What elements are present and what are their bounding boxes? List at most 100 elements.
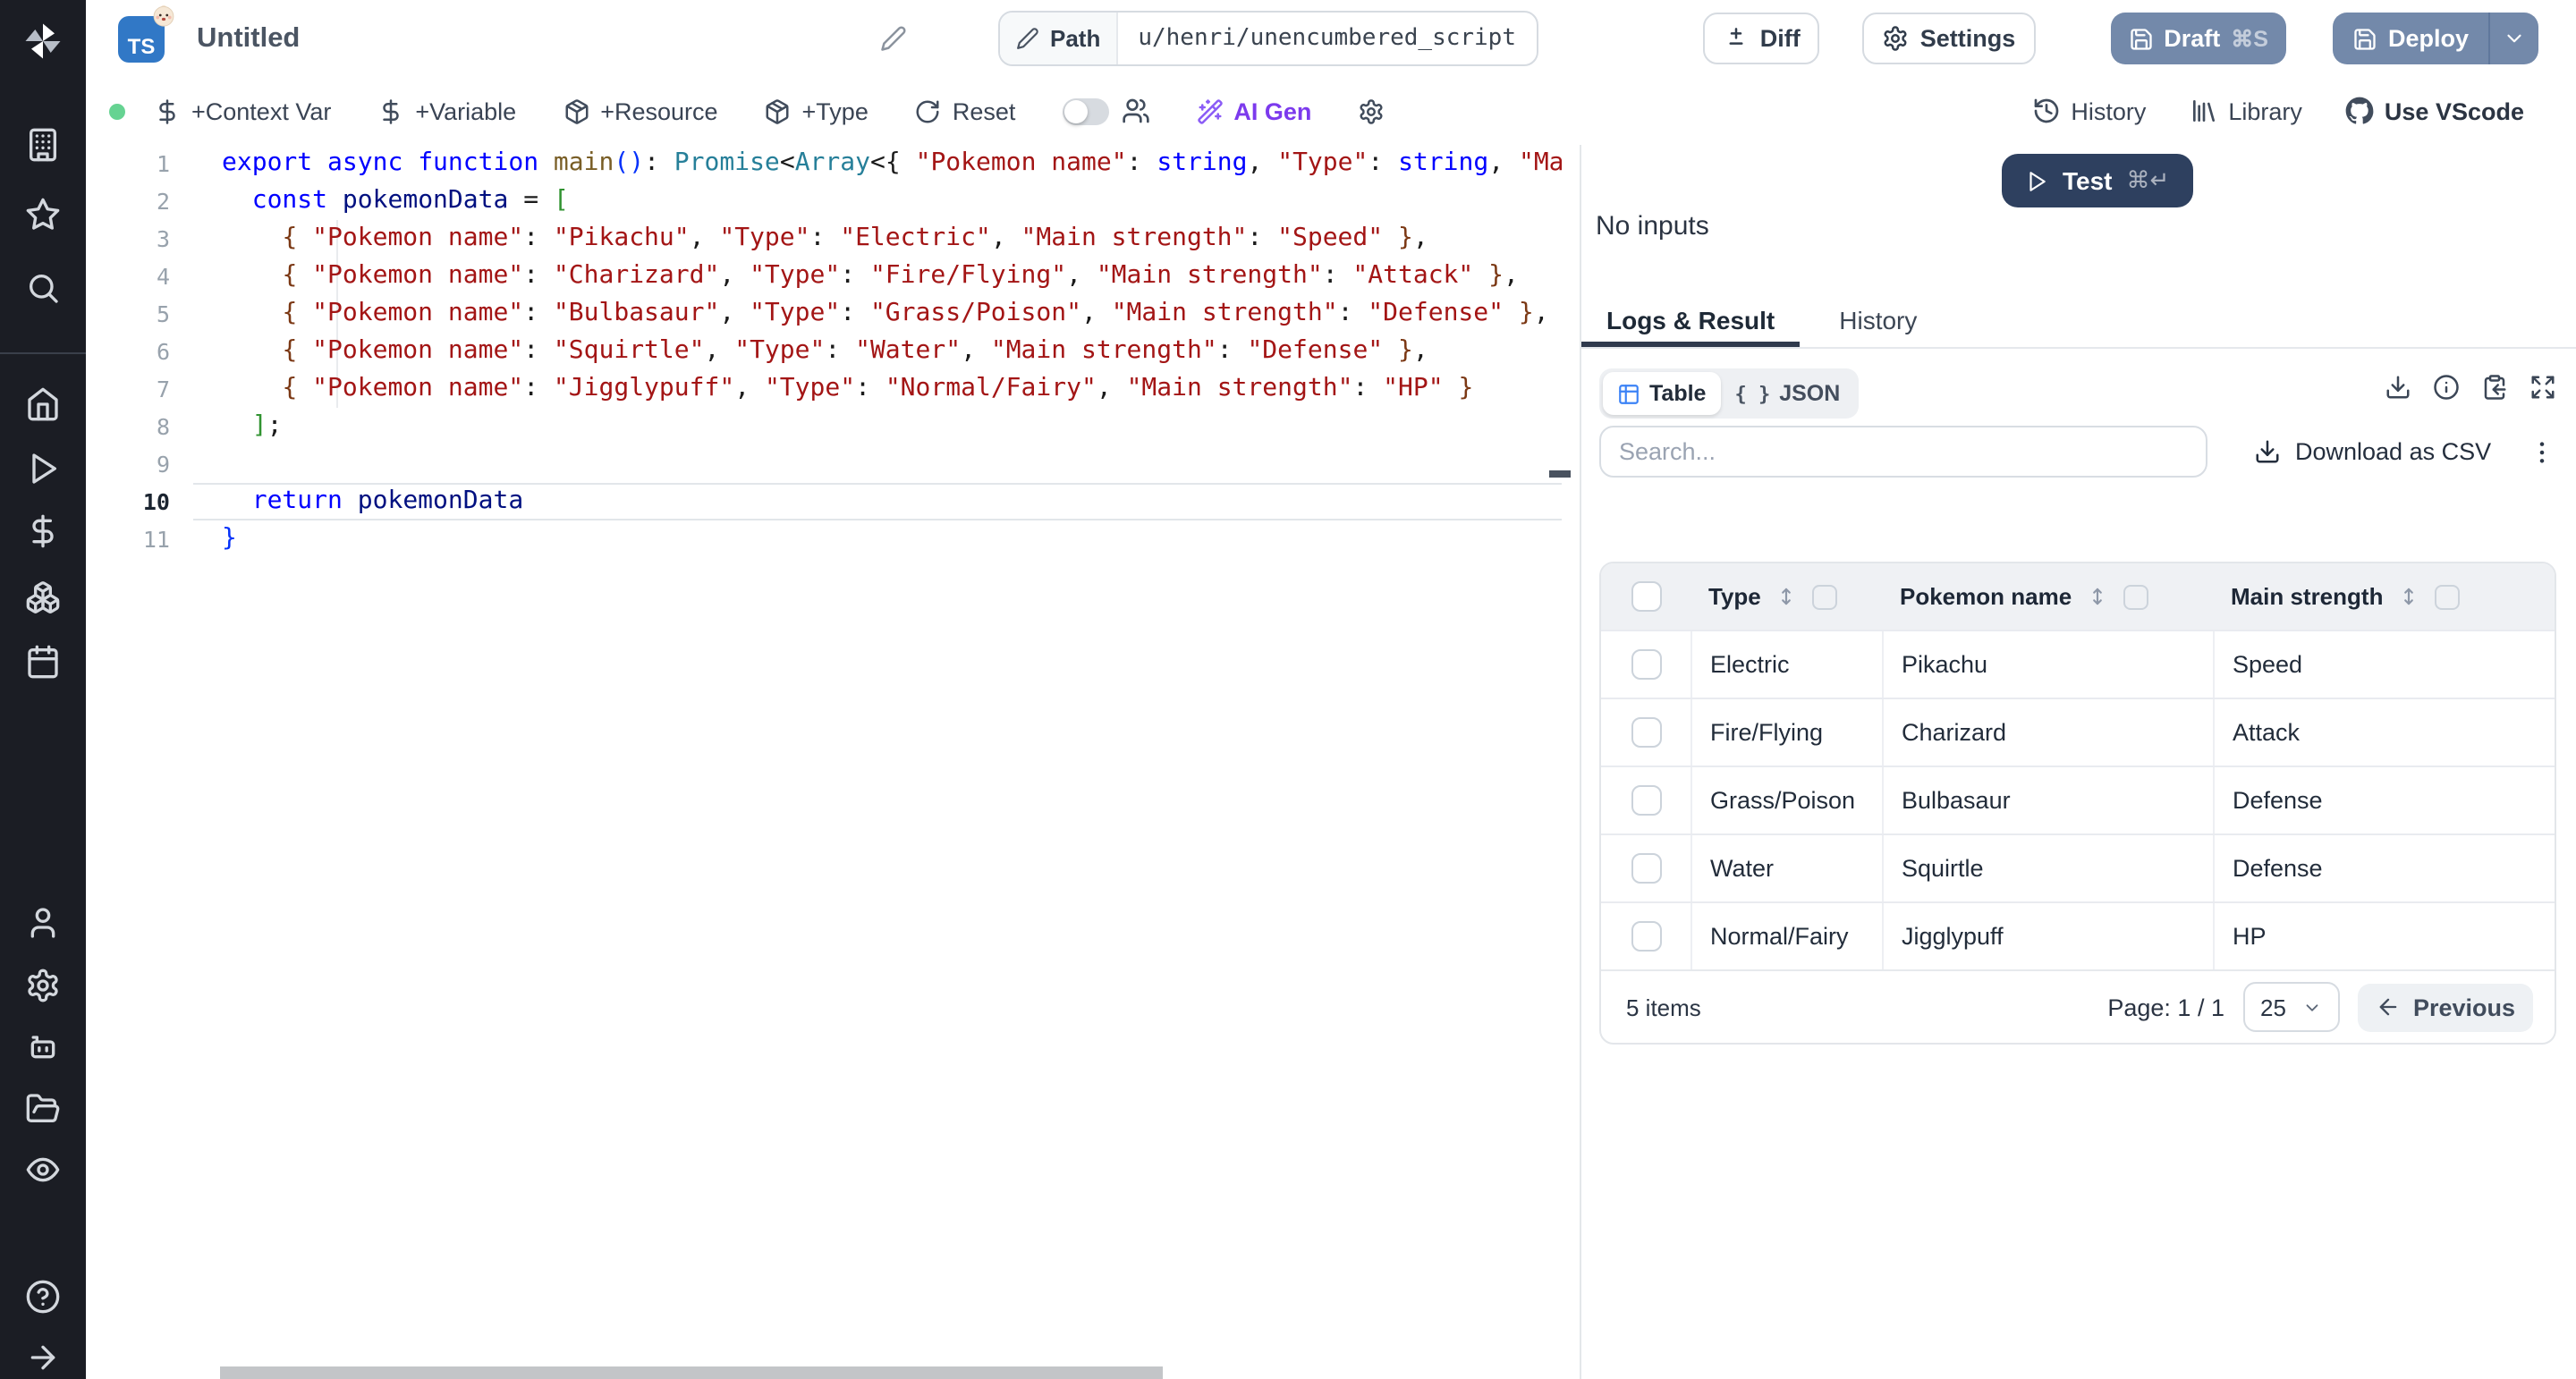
- code-lines[interactable]: export async function main(): Promise<Ar…: [193, 145, 1562, 558]
- code-editor[interactable]: 1234567891011 export async function main…: [86, 145, 1580, 1379]
- add-variable-button[interactable]: +Variable: [377, 97, 516, 124]
- add-resource-button[interactable]: +Resource: [563, 97, 717, 124]
- view-table-button[interactable]: Table: [1603, 372, 1720, 415]
- download-csv-button[interactable]: Download as CSV: [2254, 438, 2491, 465]
- use-vscode-button[interactable]: Use VScode: [2345, 97, 2524, 125]
- table-cell: Normal/Fairy: [1690, 903, 1882, 969]
- sidebar-item-audit-logs[interactable]: [25, 1152, 61, 1188]
- add-type-button[interactable]: +Type: [765, 97, 869, 124]
- horizontal-scrollbar[interactable]: [220, 1366, 1163, 1379]
- path-value[interactable]: u/henri/unencumbered_script: [1118, 13, 1536, 64]
- row-checkbox[interactable]: [1631, 921, 1662, 952]
- select-all-checkbox[interactable]: [1631, 581, 1662, 612]
- history-button[interactable]: History: [2031, 97, 2146, 125]
- sidebar-item-schedules[interactable]: [25, 644, 61, 680]
- code-line-4[interactable]: { "Pokemon name": "Charizard", "Type": "…: [193, 258, 1562, 295]
- reset-label: Reset: [953, 97, 1016, 124]
- collab-toggle[interactable]: [1062, 97, 1108, 124]
- table-cell: Defense: [2213, 767, 2555, 833]
- sidebar-item-folders[interactable]: [25, 1091, 61, 1127]
- badge-emoji-icon: [150, 2, 177, 29]
- row-checkbox[interactable]: [1631, 853, 1662, 884]
- add-context-var-button[interactable]: +Context Var: [154, 97, 331, 124]
- sidebar-item-search[interactable]: [25, 270, 61, 306]
- view-json-button[interactable]: { } JSON: [1720, 372, 1854, 415]
- sidebar-item-variables[interactable]: [25, 513, 61, 549]
- table-row: Grass/PoisonBulbasaurDefense: [1601, 766, 2555, 833]
- code-line-2[interactable]: const pokemonData = [: [193, 182, 1562, 220]
- test-button[interactable]: Test ⌘↵: [2002, 154, 2192, 207]
- select-all-cell: [1601, 563, 1690, 630]
- sidebar-item-workspace-settings[interactable]: [25, 968, 61, 1003]
- items-count: 5 items: [1626, 994, 1701, 1020]
- page-size-select[interactable]: 25: [2242, 982, 2340, 1032]
- expand-icon[interactable]: [2529, 374, 2556, 401]
- sidebar-item-expand-sidebar[interactable]: [25, 1340, 61, 1375]
- library-label: Library: [2228, 97, 2302, 124]
- table-cell: Pikachu: [1882, 631, 2213, 698]
- column-toggle[interactable]: [2123, 584, 2148, 609]
- sidebar-item-resources[interactable]: [25, 580, 61, 615]
- sidebar-item-favorites[interactable]: [25, 197, 61, 233]
- code-line-7[interactable]: { "Pokemon name": "Jigglypuff", "Type": …: [193, 370, 1562, 408]
- code-line-6[interactable]: { "Pokemon name": "Squirtle", "Type": "W…: [193, 333, 1562, 370]
- code-line-8[interactable]: ];: [193, 408, 1562, 445]
- deploy-button[interactable]: Deploy: [2333, 13, 2488, 64]
- sidebar-item-help[interactable]: [25, 1279, 61, 1315]
- ai-gen-button[interactable]: AI Gen: [1196, 97, 1311, 124]
- deploy-dropdown-button[interactable]: [2490, 13, 2538, 64]
- code-line-1[interactable]: export async function main(): Promise<Ar…: [193, 145, 1562, 182]
- windmill-logo[interactable]: [20, 18, 66, 64]
- row-checkbox[interactable]: [1631, 649, 1662, 680]
- table-row: WaterSquirtleDefense: [1601, 833, 2555, 901]
- code-line-9[interactable]: [193, 445, 1562, 483]
- previous-page-button[interactable]: Previous: [2358, 983, 2533, 1031]
- sidebar-item-workspace[interactable]: [25, 127, 61, 163]
- row-checkbox[interactable]: [1631, 785, 1662, 816]
- line-number-gutter: 1234567891011: [86, 145, 170, 558]
- code-line-5[interactable]: { "Pokemon name": "Bulbasaur", "Type": "…: [193, 295, 1562, 333]
- draft-button[interactable]: Draft ⌘S: [2110, 13, 2286, 64]
- column-header-pokemon-name: Pokemon name: [1882, 563, 2213, 630]
- library-button[interactable]: Library: [2189, 97, 2302, 125]
- code-line-11[interactable]: }: [193, 520, 1562, 558]
- draft-label: Draft: [2164, 25, 2220, 52]
- sidebar-item-workers[interactable]: [25, 1028, 61, 1064]
- edit-title-icon[interactable]: [880, 25, 907, 52]
- code-line-3[interactable]: { "Pokemon name": "Pikachu", "Type": "El…: [193, 220, 1562, 258]
- sidebar-item-users[interactable]: [25, 905, 61, 941]
- sidebar-item-home[interactable]: [25, 386, 61, 422]
- test-label: Test: [2063, 166, 2113, 195]
- tab-history[interactable]: History: [1814, 292, 1942, 347]
- tab-logs-result[interactable]: Logs & Result: [1581, 292, 1800, 347]
- diff-button[interactable]: Diff: [1703, 13, 1820, 64]
- column-toggle[interactable]: [2435, 584, 2460, 609]
- draft-shortcut: ⌘S: [2231, 25, 2268, 52]
- more-options-icon[interactable]: [2528, 437, 2556, 466]
- download-icon[interactable]: [2385, 374, 2411, 401]
- path-widget[interactable]: Path u/henri/unencumbered_script: [998, 11, 1538, 66]
- info-icon[interactable]: [2433, 374, 2460, 401]
- row-select-cell: [1601, 631, 1690, 698]
- chevron-down-icon: [2503, 27, 2526, 50]
- settings-button[interactable]: Settings: [1863, 13, 2036, 64]
- sort-icon[interactable]: [1775, 585, 1799, 608]
- code-line-10[interactable]: return pokemonData: [193, 483, 1562, 520]
- sort-icon[interactable]: [2397, 585, 2420, 608]
- copy-to-clipboard-icon[interactable]: [2481, 374, 2508, 401]
- overview-ruler-mark: [1549, 470, 1571, 478]
- column-toggle[interactable]: [1813, 584, 1838, 609]
- deploy-button-group: Deploy: [2333, 13, 2538, 64]
- path-label-group: Path: [1000, 13, 1118, 64]
- dollar-icon: [377, 97, 404, 124]
- wand-icon: [1196, 97, 1223, 124]
- reset-button[interactable]: Reset: [915, 97, 1016, 124]
- editor-settings-button[interactable]: [1358, 97, 1385, 124]
- library-icon: [2189, 97, 2217, 125]
- sort-icon[interactable]: [2086, 585, 2109, 608]
- sidebar-item-runs[interactable]: [25, 451, 61, 486]
- search-input[interactable]: [1599, 426, 2207, 478]
- row-checkbox[interactable]: [1631, 717, 1662, 748]
- table-view-label: Table: [1649, 381, 1706, 406]
- diff-label: Diff: [1760, 25, 1801, 52]
